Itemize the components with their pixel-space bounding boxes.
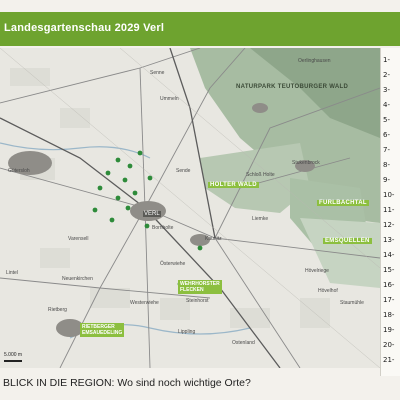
note-11: 11- [383,206,395,214]
scale-label: 5.000 m [4,352,23,358]
place-senne: Senne [150,70,165,76]
note-7: 7- [383,146,390,154]
place-ostenland: Ostenland [232,340,255,346]
note-21: 21- [383,356,395,364]
place-neuenkirchen: Neuenkirchen [62,276,93,282]
footer-question: BLICK IN DIE REGION: Wo sind noch wichti… [3,377,251,389]
place-schlossholte: Schloß Holte [246,172,275,178]
region-emsquellen-label: EMSQUELLEN [323,238,372,244]
place-verl: VERL [143,211,161,217]
place-varensell: Varensell [68,236,89,242]
place-ummeln: Ummeln [160,96,179,102]
note-2: 2- [383,71,390,79]
note-14: 14- [383,251,395,259]
note-15: 15- [383,266,395,274]
place-steinhorst: Steinhorst [186,298,209,304]
note-9: 9- [383,176,390,184]
place-hoevelhof: Hövelhof [318,288,338,294]
region-furlbach-label: FURLBACHTAL [317,200,369,206]
tag-rietberger: RIETBERGER EMSAUEDELING [80,323,125,337]
place-kaunitz: Kaunitz [205,236,222,242]
map-graphic [0,48,380,368]
place-oesterwiehe: Österwiehe [160,261,186,267]
note-16: 16- [383,281,395,289]
region-teutoburger-label: NATURPARK TEUTOBURGER WALD [236,84,349,90]
place-liemke: Liemke [252,216,269,222]
place-lippling: Lippling [178,329,196,335]
note-18: 18- [383,311,395,319]
scale-bar [4,360,22,362]
note-5: 5- [383,116,390,124]
place-bornholte: Bornholte [152,225,174,231]
place-oerlinghausen: Oerlinghausen [298,58,331,64]
place-staumuehle: Staumühle [340,300,364,306]
place-guetersloh: Gütersloh [8,168,30,174]
region-map[interactable]: NATURPARK TEUTOBURGER WALD HOLTER WALD F… [0,48,380,368]
place-lintel: Lintel [6,270,18,276]
place-stukenbrock: Stukenbrock [292,160,320,166]
note-20: 20- [383,341,395,349]
place-sende: Sende [176,168,191,174]
page-title: Landesgartenschau 2029 Verl [4,22,165,34]
note-1: 1- [383,56,390,64]
note-13: 13- [383,236,395,244]
tag-wehrhorster: WEHRHORSTER FLECKEN [178,280,222,294]
note-4: 4- [383,101,390,109]
note-6: 6- [383,131,390,139]
region-holter-label: HOLTER WALD [208,182,259,188]
place-westerwiehe: Westerwiehe [130,300,159,306]
note-12: 12- [383,221,395,229]
place-rietberg: Rietberg [48,307,67,313]
note-3: 3- [383,86,390,94]
note-8: 8- [383,161,390,169]
note-19: 19- [383,326,395,334]
note-17: 17- [383,296,395,304]
note-10: 10- [383,191,395,199]
place-hoevelriege: Hövelriege [305,268,329,274]
